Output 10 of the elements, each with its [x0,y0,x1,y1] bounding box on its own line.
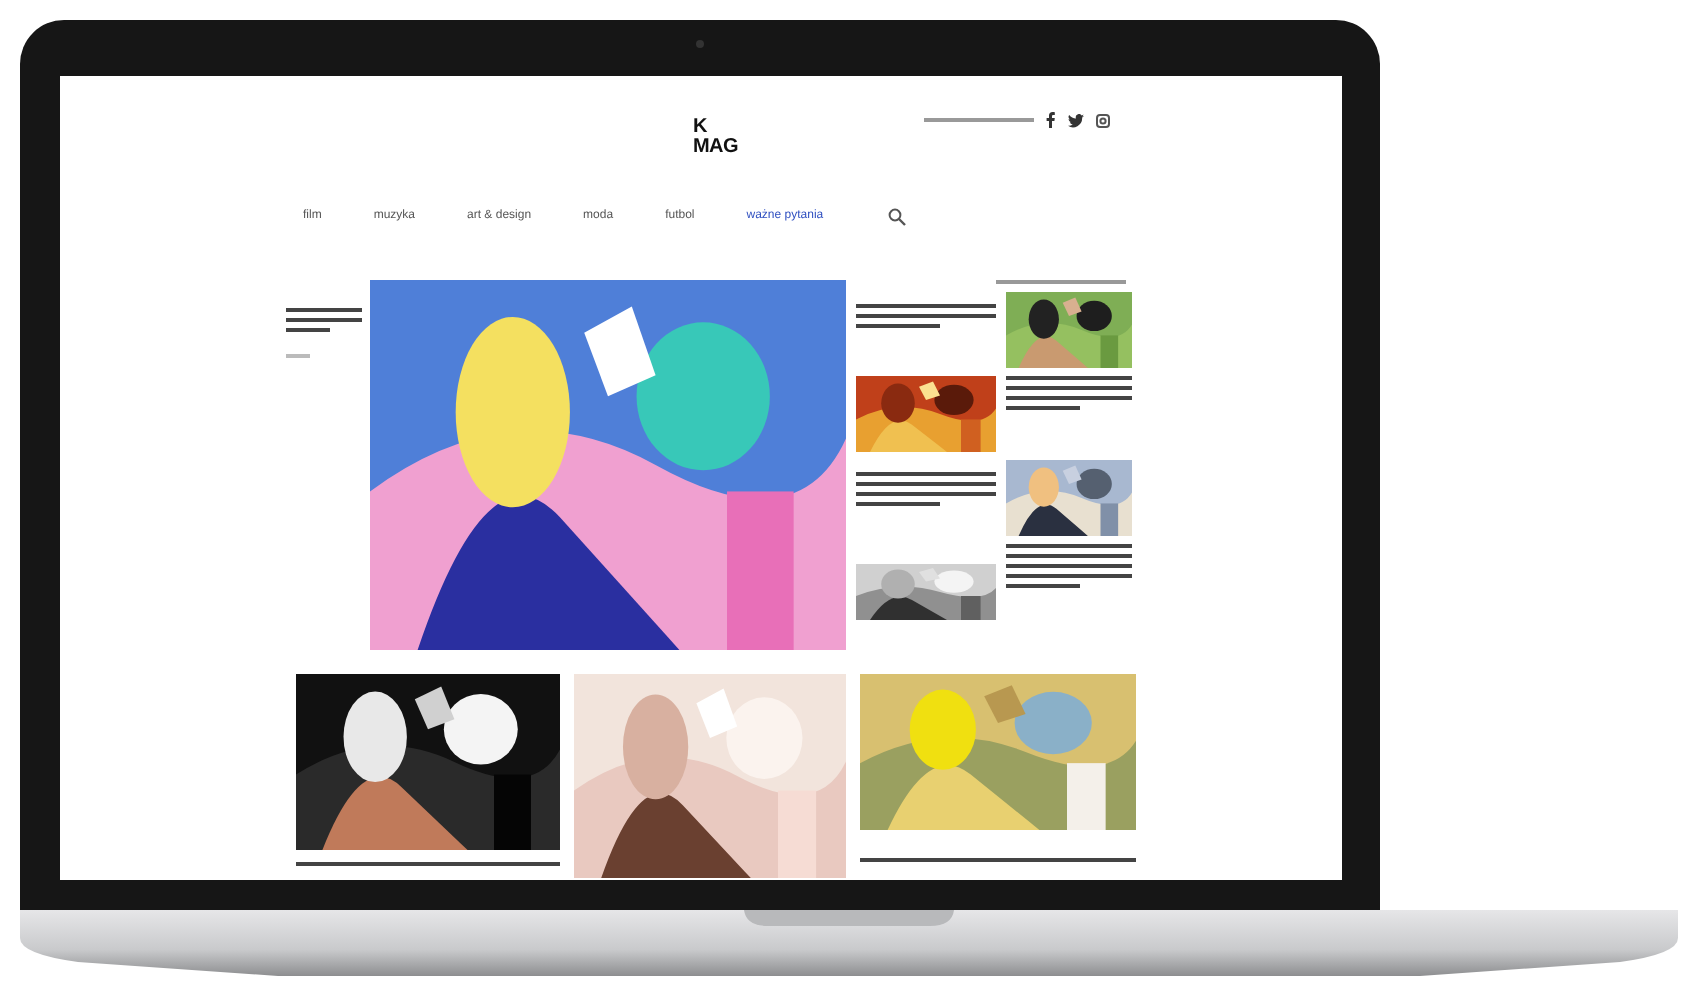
headline-text-drawing [855,472,995,506]
headline-text-drawing [1005,544,1131,588]
headline-text-drawing [285,308,361,338]
search-icon[interactable] [887,207,906,225]
bird-icon[interactable] [1067,113,1083,127]
headline-text-drawing [855,304,995,328]
facebook-icon[interactable] [1045,112,1055,128]
headline-text-drawing [1005,376,1131,410]
logo[interactable]: K MAG [689,112,757,164]
camera-icon[interactable] [1095,113,1109,127]
